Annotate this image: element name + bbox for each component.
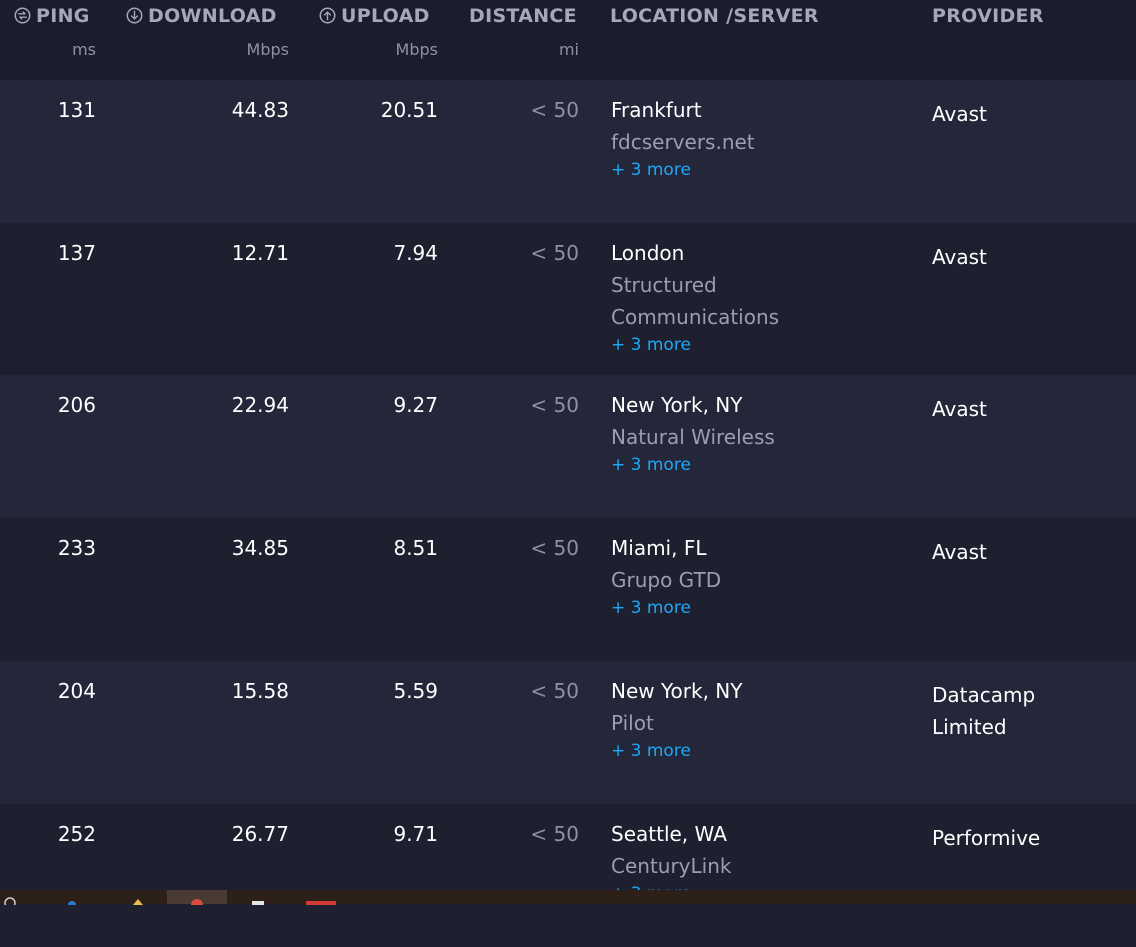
- upload-value: 9.27: [393, 393, 438, 417]
- ping-value: 252: [57, 822, 96, 846]
- more-servers-link[interactable]: + 3 more: [611, 158, 911, 182]
- download-icon: [126, 7, 143, 24]
- provider-value: Performive: [932, 826, 1041, 850]
- document-icon[interactable]: [248, 890, 268, 907]
- search-icon[interactable]: [0, 890, 20, 909]
- server-city: Miami, FL: [611, 536, 707, 560]
- location-cell: New York, NY Natural Wireless + 3 more: [611, 393, 911, 477]
- provider-column-header[interactable]: PROVIDER: [932, 5, 1044, 27]
- download-value: 15.58: [231, 679, 289, 703]
- download-header-label: DOWNLOAD: [148, 5, 277, 27]
- upload-column-header[interactable]: UPLOAD: [319, 5, 430, 27]
- results-table-header: PING ms DOWNLOAD Mbps UPLOAD Mbps DISTAN…: [0, 0, 1136, 80]
- table-row[interactable]: 137 12.71 7.94 < 50 London Structured Co…: [0, 223, 1136, 366]
- upload-header-label: UPLOAD: [341, 5, 430, 27]
- upload-value: 9.71: [393, 822, 438, 846]
- provider-value: Avast: [932, 397, 987, 421]
- distance-column-header[interactable]: DISTANCE: [469, 5, 577, 27]
- ping-column-header[interactable]: PING: [14, 5, 90, 27]
- location-cell: Miami, FL Grupo GTD + 3 more: [611, 536, 911, 620]
- download-column-header[interactable]: DOWNLOAD: [126, 5, 277, 27]
- explorer-icon[interactable]: [128, 890, 148, 905]
- table-row[interactable]: 206 22.94 9.27 < 50 New York, NY Natural…: [0, 375, 1136, 518]
- server-name: Grupo GTD: [611, 568, 722, 592]
- server-city: London: [611, 241, 685, 265]
- provider-header-label: PROVIDER: [932, 5, 1044, 27]
- download-unit: Mbps: [246, 40, 289, 59]
- distance-header-label: DISTANCE: [469, 5, 577, 27]
- distance-value: < 50: [530, 679, 579, 703]
- location-cell: New York, NY Pilot + 3 more: [611, 679, 911, 763]
- provider-value: Avast: [932, 540, 987, 564]
- table-row[interactable]: 204 15.58 5.59 < 50 New York, NY Pilot +…: [0, 661, 1136, 804]
- distance-unit: mi: [558, 40, 579, 59]
- server-name: Pilot: [611, 711, 654, 735]
- edge-icon[interactable]: [62, 890, 82, 909]
- location-cell: Frankfurt fdcservers.net + 3 more: [611, 98, 911, 182]
- server-city: New York, NY: [611, 679, 743, 703]
- app-icon[interactable]: [306, 890, 336, 907]
- upload-icon: [319, 7, 336, 24]
- ping-icon: [14, 7, 31, 24]
- server-city: Frankfurt: [611, 98, 702, 122]
- download-value: 22.94: [231, 393, 289, 417]
- more-servers-link[interactable]: + 3 more: [611, 739, 911, 763]
- distance-value: < 50: [530, 241, 579, 265]
- ping-value: 131: [57, 98, 96, 122]
- distance-value: < 50: [530, 536, 579, 560]
- browser-taskbar-button-active[interactable]: [167, 890, 227, 911]
- more-servers-link[interactable]: + 3 more: [611, 333, 911, 357]
- upload-value: 20.51: [380, 98, 438, 122]
- ping-unit: ms: [72, 40, 96, 59]
- taskbar: [0, 890, 1136, 911]
- server-name: CenturyLink: [611, 854, 732, 878]
- download-value: 44.83: [231, 98, 289, 122]
- more-servers-link[interactable]: + 3 more: [611, 453, 911, 477]
- ping-value: 233: [57, 536, 96, 560]
- ping-value: 204: [57, 679, 96, 703]
- upload-unit: Mbps: [395, 40, 438, 59]
- server-name: fdcservers.net: [611, 130, 755, 154]
- provider-value: Avast: [932, 245, 987, 269]
- ping-header-label: PING: [36, 5, 90, 27]
- ping-value: 206: [57, 393, 96, 417]
- distance-value: < 50: [530, 98, 579, 122]
- upload-value: 8.51: [393, 536, 438, 560]
- more-servers-link[interactable]: + 3 more: [611, 596, 911, 620]
- server-city: New York, NY: [611, 393, 743, 417]
- table-row[interactable]: 252 26.77 9.71 < 50 Seattle, WA CenturyL…: [0, 804, 1136, 947]
- download-value: 26.77: [231, 822, 289, 846]
- server-name: Structured Communications: [611, 273, 780, 329]
- ping-value: 137: [57, 241, 96, 265]
- download-value: 34.85: [231, 536, 289, 560]
- download-value: 12.71: [231, 241, 289, 265]
- distance-value: < 50: [530, 822, 579, 846]
- location-column-header[interactable]: LOCATION /SERVER: [610, 5, 819, 27]
- provider-value: Datacamp Limited: [932, 683, 1036, 739]
- table-row[interactable]: 131 44.83 20.51 < 50 Frankfurt fdcserver…: [0, 80, 1136, 223]
- upload-value: 7.94: [393, 241, 438, 265]
- provider-value: Avast: [932, 102, 987, 126]
- location-cell: London Structured Communications + 3 mor…: [611, 241, 911, 357]
- table-row[interactable]: 233 34.85 8.51 < 50 Miami, FL Grupo GTD …: [0, 518, 1136, 661]
- location-header-label: LOCATION /SERVER: [610, 5, 819, 27]
- server-name: Natural Wireless: [611, 425, 775, 449]
- server-city: Seattle, WA: [611, 822, 727, 846]
- distance-value: < 50: [530, 393, 579, 417]
- upload-value: 5.59: [393, 679, 438, 703]
